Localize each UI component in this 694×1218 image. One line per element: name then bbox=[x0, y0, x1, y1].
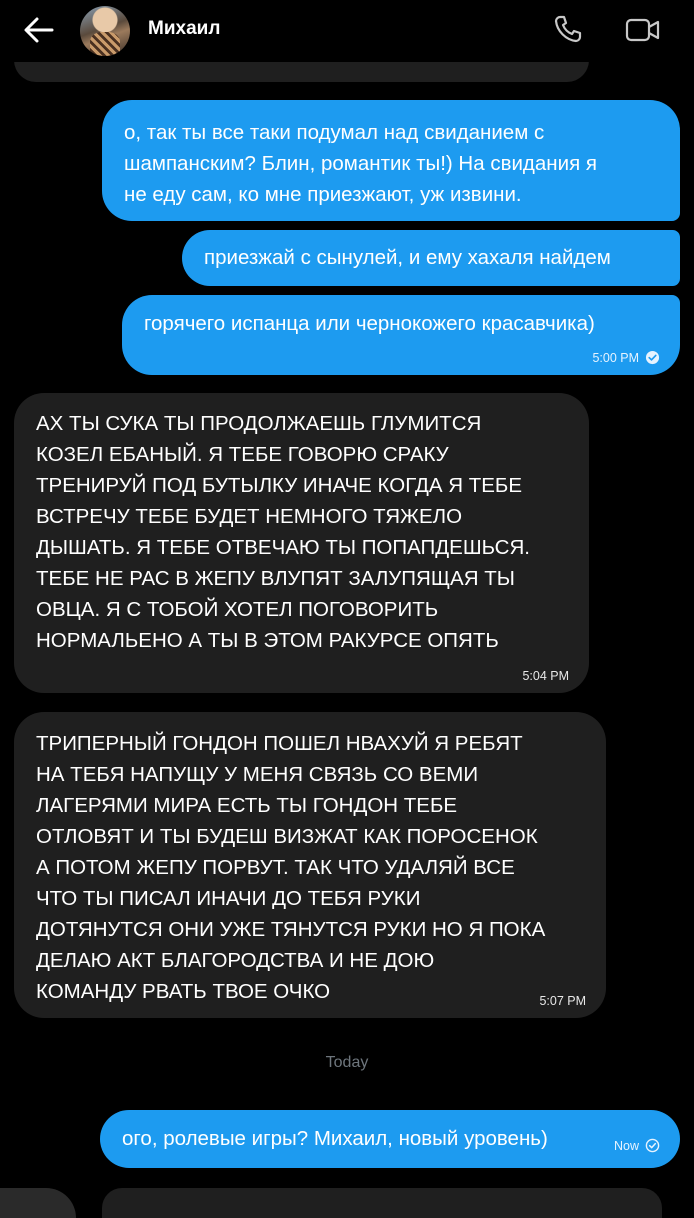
message-text: о, так ты все таки подумал над свиданием… bbox=[124, 121, 597, 206]
arrow-left-icon bbox=[24, 17, 54, 43]
message-timestamp: 5:07 PM bbox=[539, 994, 586, 1008]
attachment-button-partial[interactable] bbox=[0, 1188, 76, 1218]
outgoing-message[interactable]: о, так ты все таки подумал над свиданием… bbox=[102, 100, 680, 221]
incoming-message[interactable]: АХ ТЫ СУКА ТЫ ПРОДОЛЖАЕШЬ ГЛУМИТСЯ КОЗЕЛ… bbox=[14, 393, 589, 693]
avatar[interactable] bbox=[80, 6, 130, 56]
check-circle-icon bbox=[645, 1138, 660, 1153]
check-circle-icon bbox=[645, 350, 660, 365]
phone-icon bbox=[554, 15, 582, 43]
contact-name[interactable]: Михаил bbox=[148, 18, 220, 40]
video-camera-icon bbox=[625, 18, 660, 42]
message-text: АХ ТЫ СУКА ТЫ ПРОДОЛЖАЕШЬ ГЛУМИТСЯ КОЗЕЛ… bbox=[36, 412, 530, 652]
incoming-message[interactable]: ТРИПЕРНЫЙ ГОНДОН ПОШЕЛ НВАХУЙ Я РЕБЯТ НА… bbox=[14, 712, 606, 1018]
message-text: приезжай с сынулей, и ему хахаля найдем bbox=[204, 246, 611, 269]
back-button[interactable] bbox=[22, 14, 56, 46]
message-meta: 5:07 PM bbox=[539, 994, 586, 1008]
conversation-header: Михаил bbox=[0, 0, 694, 62]
call-button[interactable] bbox=[553, 14, 583, 44]
video-call-button[interactable] bbox=[625, 16, 661, 44]
message-composer-partial[interactable] bbox=[102, 1188, 662, 1218]
message-timestamp: Now bbox=[613, 1138, 639, 1153]
message-text: ТРИПЕРНЫЙ ГОНДОН ПОШЕЛ НВАХУЙ Я РЕБЯТ НА… bbox=[36, 732, 546, 1003]
outgoing-message[interactable]: горячего испанца или чернокожего красавч… bbox=[122, 295, 680, 375]
message-timestamp: 5:00 PM bbox=[592, 350, 639, 365]
message-text: горячего испанца или чернокожего красавч… bbox=[144, 312, 595, 335]
message-meta: Now bbox=[614, 1138, 660, 1153]
day-divider: Today bbox=[325, 1054, 369, 1071]
message-meta: 5:04 PM bbox=[522, 669, 569, 683]
message-text: ого, ролевые игры? Михаил, новый уровень… bbox=[122, 1127, 548, 1150]
outgoing-message[interactable]: приезжай с сынулей, и ему хахаля найдем bbox=[182, 230, 680, 286]
message-timestamp: 5:04 PM bbox=[522, 669, 569, 683]
outgoing-message[interactable]: ого, ролевые игры? Михаил, новый уровень… bbox=[100, 1110, 680, 1168]
message-meta: 5:00 PM bbox=[592, 350, 660, 365]
